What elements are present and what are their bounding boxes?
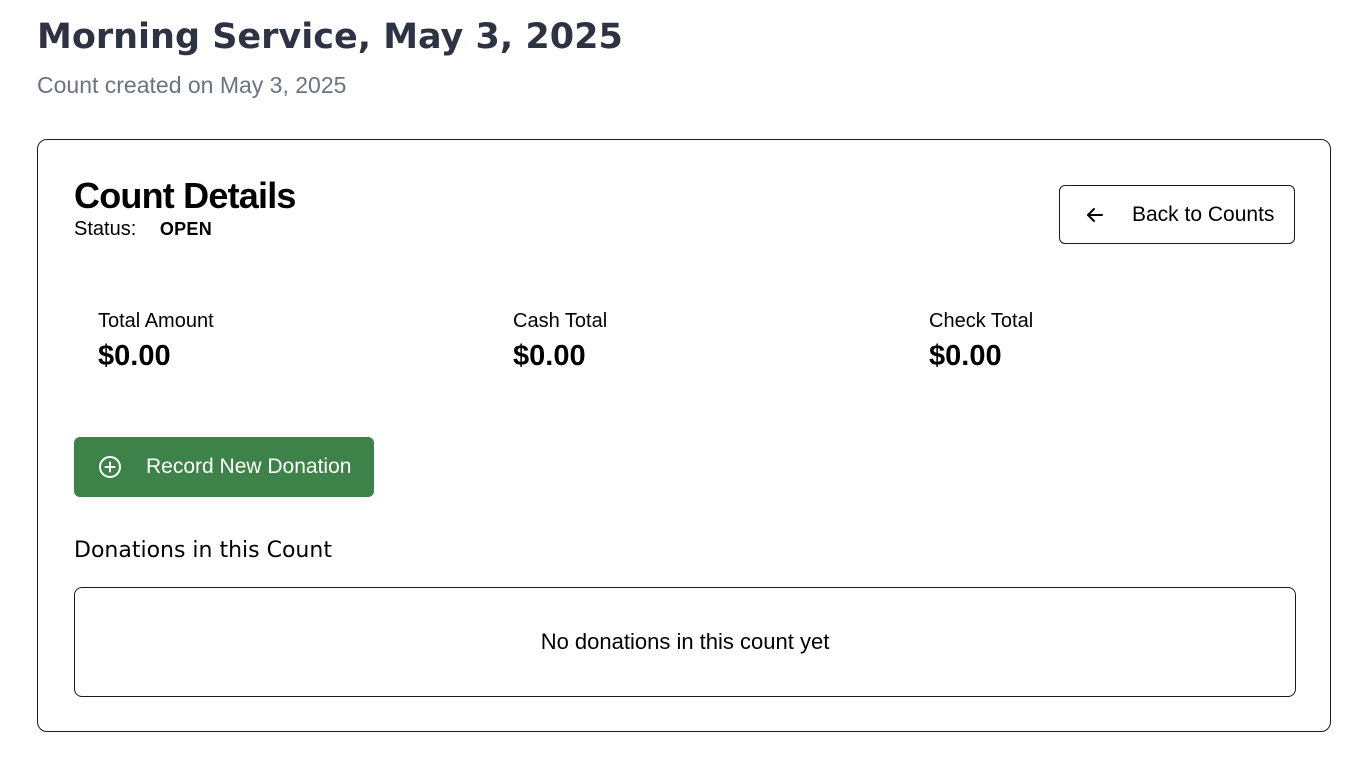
stat-cash-total: Cash Total $0.00 xyxy=(513,308,607,374)
back-to-counts-button[interactable]: Back to Counts xyxy=(1059,185,1295,244)
stat-total-amount: Total Amount $0.00 xyxy=(98,308,214,374)
status-label: Status: xyxy=(74,218,137,240)
count-details-card: Count Details Status: OPEN Back to Count… xyxy=(37,139,1331,732)
stat-value: $0.00 xyxy=(929,340,1002,372)
status-badge: OPEN xyxy=(159,219,213,239)
page-title: Morning Service, May 3, 2025 xyxy=(37,17,623,57)
arrow-left-icon xyxy=(1087,208,1103,222)
stat-label: Cash Total xyxy=(513,310,608,332)
back-to-counts-label: Back to Counts xyxy=(1132,203,1275,226)
stat-check-total: Check Total $0.00 xyxy=(929,308,1033,374)
empty-state-message: No donations in this count yet xyxy=(540,629,830,654)
record-new-donation-label: Record New Donation xyxy=(146,455,352,478)
stat-value: $0.00 xyxy=(98,340,171,372)
plus-circle-icon xyxy=(99,456,121,478)
record-new-donation-button[interactable]: Record New Donation xyxy=(74,437,374,497)
stat-value: $0.00 xyxy=(513,340,586,372)
card-title: Count Details xyxy=(74,175,296,216)
status-row: Status: OPEN xyxy=(74,216,212,242)
stat-label: Check Total xyxy=(929,310,1034,332)
donations-heading: Donations in this Count xyxy=(74,538,332,563)
donations-list-empty-state: No donations in this count yet xyxy=(74,587,1296,697)
page-subtitle: Count created on May 3, 2025 xyxy=(37,72,347,98)
stat-label: Total Amount xyxy=(98,310,214,332)
